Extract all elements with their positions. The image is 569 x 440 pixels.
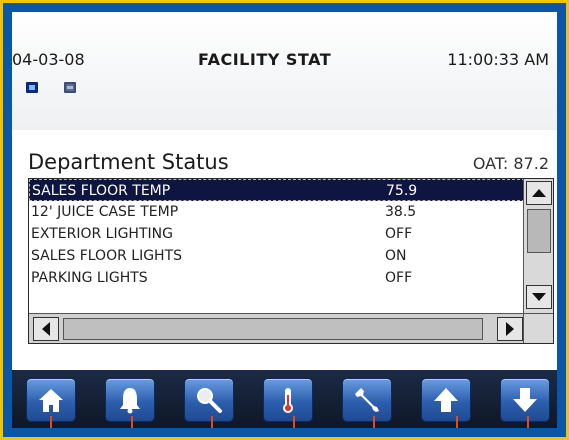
scroll-right-button[interactable] <box>497 317 523 341</box>
point-name: 12' JUICE CASE TEMP <box>31 204 179 220</box>
triangle-right-icon <box>506 322 514 336</box>
touch-screen: 04-03-08 FACILITY STAT 11:00:33 AM Depar… <box>12 12 557 428</box>
temperature-button[interactable] <box>263 378 313 422</box>
point-name: PARKING LIGHTS <box>31 270 148 286</box>
callout-line <box>527 416 529 428</box>
list-item[interactable]: SALES FLOOR LIGHTS ON <box>29 245 525 267</box>
header-bar: 04-03-08 FACILITY STAT 11:00:33 AM <box>12 12 557 130</box>
service-button[interactable] <box>342 378 392 422</box>
department-status-panel: Department Status OAT: 87.2 SALES FLOOR … <box>12 130 557 370</box>
callout-line <box>211 416 213 428</box>
triangle-left-icon <box>42 322 50 336</box>
point-value: 75.9 <box>386 183 418 199</box>
scroll-down-button[interactable] <box>526 285 552 309</box>
arrow-down-icon <box>513 388 537 412</box>
wrench-icon <box>355 388 379 412</box>
scrollbar-corner <box>523 313 553 343</box>
point-value: OFF <box>385 270 413 286</box>
point-value: ON <box>385 248 407 264</box>
keyboard-icon[interactable] <box>64 82 76 93</box>
thermometer-icon <box>283 388 293 413</box>
section-title: Department Status <box>28 150 229 174</box>
callout-line <box>50 416 52 428</box>
point-name: SALES FLOOR LIGHTS <box>31 248 183 264</box>
search-button[interactable] <box>184 378 234 422</box>
horizontal-scroll-thumb[interactable] <box>63 318 483 340</box>
point-value: 38.5 <box>385 204 417 220</box>
scroll-left-button[interactable] <box>33 317 59 341</box>
list-item[interactable]: PARKING LIGHTS OFF <box>29 267 525 289</box>
arrow-up-icon <box>434 388 458 412</box>
alarms-button[interactable] <box>105 378 155 422</box>
screen-status-icon[interactable] <box>26 82 38 93</box>
outside-air-temp: OAT: 87.2 <box>472 154 549 173</box>
bottom-toolbar <box>12 370 557 428</box>
status-list: SALES FLOOR TEMP 75.9 12' JUICE CASE TEM… <box>28 178 554 344</box>
magnifier-icon <box>197 388 222 413</box>
bell-icon <box>120 388 140 414</box>
point-value: OFF <box>385 226 413 242</box>
callout-line <box>373 416 375 428</box>
list-item[interactable]: EXTERIOR LIGHTING OFF <box>29 223 525 245</box>
list-item[interactable]: SALES FLOOR TEMP 75.9 <box>29 179 525 201</box>
date-display: 04-03-08 <box>12 50 85 69</box>
callout-line <box>456 416 458 428</box>
page-up-button[interactable] <box>421 378 471 422</box>
triangle-down-icon <box>532 293 546 301</box>
horizontal-scrollbar[interactable] <box>29 313 525 343</box>
status-rows: SALES FLOOR TEMP 75.9 12' JUICE CASE TEM… <box>29 179 525 313</box>
callout-line <box>293 416 295 428</box>
page-title: FACILITY STAT <box>198 50 332 69</box>
vertical-scrollbar[interactable] <box>523 179 553 313</box>
page-down-button[interactable] <box>500 378 550 422</box>
triangle-up-icon <box>532 189 546 197</box>
vertical-scroll-thumb[interactable] <box>527 209 551 253</box>
scroll-up-button[interactable] <box>526 181 552 205</box>
time-display: 11:00:33 AM <box>447 50 549 69</box>
list-item[interactable]: 12' JUICE CASE TEMP 38.5 <box>29 201 525 223</box>
point-name: EXTERIOR LIGHTING <box>31 226 173 242</box>
home-icon <box>39 389 63 412</box>
callout-line <box>131 416 133 428</box>
point-name: SALES FLOOR TEMP <box>32 183 171 199</box>
